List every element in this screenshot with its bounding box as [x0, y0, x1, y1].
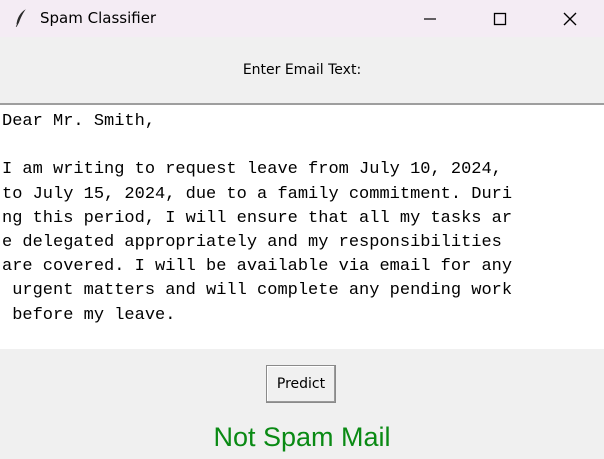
title-bar[interactable]: Spam Classifier	[0, 0, 604, 37]
email-line: urgent matters and will complete any pen…	[2, 281, 513, 301]
email-line: Dear Mr. Smith,	[2, 112, 156, 131]
close-icon	[563, 12, 577, 25]
feather-icon	[10, 7, 32, 29]
close-button[interactable]	[547, 0, 593, 37]
email-line: before my leave.	[2, 305, 176, 325]
email-line: e delegated appropriately and my respons…	[2, 233, 502, 253]
email-text-label: Enter Email Text:	[242, 62, 362, 78]
maximize-icon	[493, 12, 507, 25]
prediction-result: Not Spam Mail	[213, 422, 391, 452]
email-text-input[interactable]: Dear Mr. Smith, I am writing to request …	[0, 103, 604, 349]
window-title: Spam Classifier	[40, 9, 157, 27]
email-line: to July 15, 2024, due to a family commit…	[2, 184, 513, 204]
email-line: I am writing to request leave from July …	[2, 160, 502, 180]
predict-button[interactable]: Predict	[266, 365, 336, 403]
minimize-icon	[424, 17, 436, 20]
maximize-button[interactable]	[477, 0, 523, 37]
email-text-content[interactable]: Dear Mr. Smith, I am writing to request …	[0, 105, 604, 328]
minimize-button[interactable]	[407, 0, 453, 37]
email-line: ng this period, I will ensure that all m…	[2, 208, 513, 228]
app-window: Spam Classifier Enter Email Text: Dear M…	[0, 0, 604, 459]
email-line: are covered. I will be available via ema…	[2, 257, 513, 277]
